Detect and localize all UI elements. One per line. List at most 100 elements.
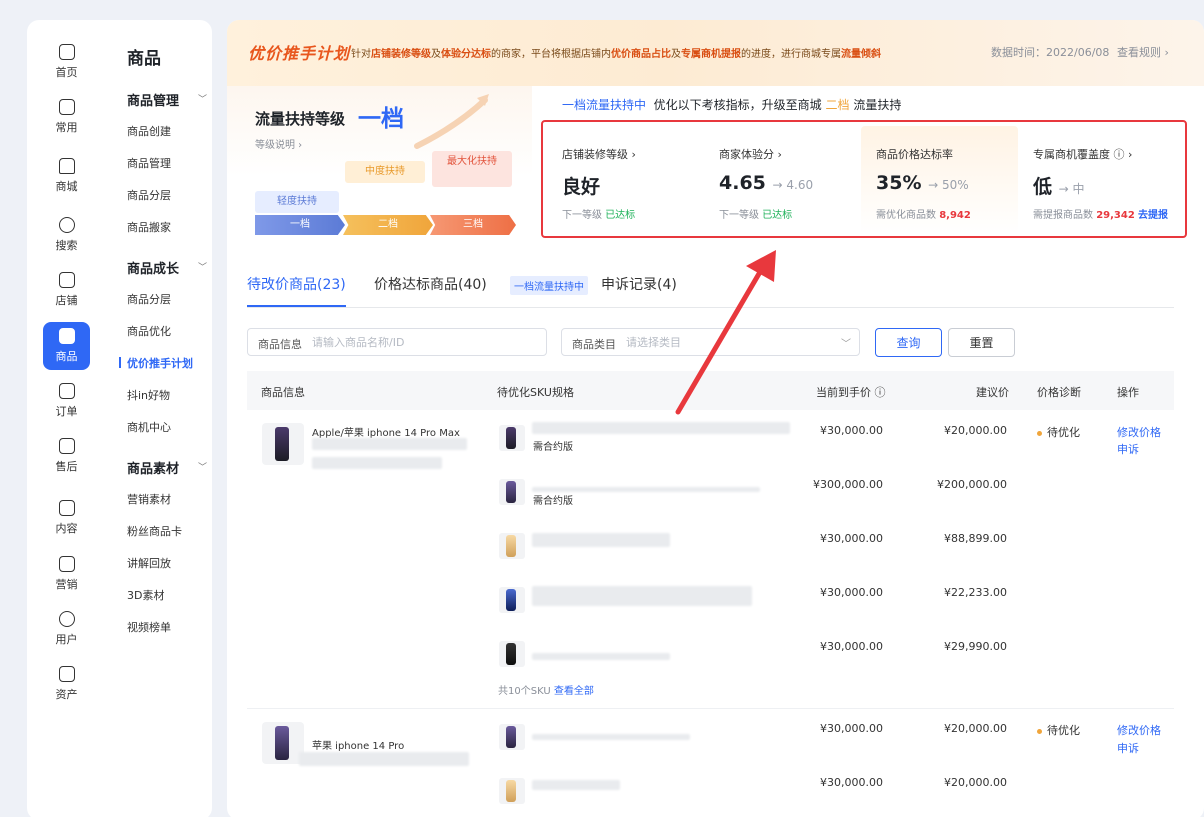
menu-item-opportunity[interactable]: 商机中心 bbox=[127, 419, 171, 435]
menu-item-replay[interactable]: 讲解回放 bbox=[127, 555, 171, 571]
sku-thumbnail bbox=[499, 778, 525, 804]
suggest-price: ¥88,899.00 bbox=[944, 532, 1007, 545]
col-sku: 待优化SKU规格 bbox=[497, 386, 574, 399]
rail-label: 营销 bbox=[55, 578, 78, 591]
rail-item-content[interactable]: 内容 bbox=[43, 494, 90, 542]
banner-text-part: 针对 bbox=[351, 49, 371, 60]
menu-item-marketing-material[interactable]: 营销素材 bbox=[127, 491, 171, 507]
view-all-sku-link[interactable]: 查看全部 bbox=[554, 686, 594, 697]
menu-item-move[interactable]: 商品搬家 bbox=[127, 219, 171, 235]
category-filter[interactable]: 商品类目 ﹀ bbox=[561, 328, 860, 356]
sku-thumbnail bbox=[499, 724, 525, 750]
banner-highlight: 体验分达标 bbox=[441, 49, 491, 60]
banner-highlight: 店铺装修等级 bbox=[371, 49, 431, 60]
menu-item-3d[interactable]: 3D素材 bbox=[127, 587, 164, 603]
metric-sub-label: 下一等级 bbox=[562, 210, 602, 221]
rail-item-marketing[interactable]: 营销 bbox=[43, 550, 90, 598]
metric-price-rate[interactable]: 商品价格达标率 35% → 50% 需优化商品数 8,942 bbox=[861, 126, 1018, 234]
sku-thumbnail bbox=[499, 587, 525, 613]
metric-value: 4.65 → 4.60 bbox=[719, 172, 813, 194]
rail-item-mall[interactable]: 商城 bbox=[43, 152, 90, 200]
submit-link[interactable]: 去提报 bbox=[1138, 210, 1168, 221]
metric-opportunity-coverage[interactable]: 专属商机覆盖度 ⓘ › 低 → 中 需提报商品数 29,342 去提报 bbox=[1018, 126, 1183, 234]
metric-store-decoration[interactable]: 店铺装修等级 › 良好 下一等级 已达标 bbox=[547, 126, 704, 234]
metric-value: 低 → 中 bbox=[1033, 172, 1085, 199]
tv-icon bbox=[58, 500, 75, 516]
price-status: 待优化 bbox=[1037, 424, 1080, 440]
menu-item-douin[interactable]: 抖in好物 bbox=[127, 387, 170, 403]
tier-level: 一档 bbox=[358, 106, 404, 132]
view-rules-link[interactable]: 查看规则 › bbox=[1117, 44, 1169, 60]
suggest-price: ¥200,000.00 bbox=[937, 478, 1007, 491]
menu-item-price-plan[interactable]: 优价推手计划 bbox=[119, 355, 193, 371]
rail-label: 搜索 bbox=[55, 239, 78, 252]
rail-item-frequent[interactable]: 常用 bbox=[43, 93, 90, 141]
rail-label: 常用 bbox=[55, 121, 78, 134]
reset-button[interactable]: 重置 bbox=[948, 328, 1015, 357]
product-name[interactable]: 苹果 iphone 14 Pro bbox=[312, 737, 404, 752]
appeal-link[interactable]: 申诉 bbox=[1117, 740, 1139, 756]
store-icon bbox=[58, 272, 75, 288]
product-thumbnail[interactable] bbox=[262, 722, 304, 764]
menu-item-create[interactable]: 商品创建 bbox=[127, 123, 171, 139]
menu-item-layer[interactable]: 商品分层 bbox=[127, 187, 171, 203]
appeal-link[interactable]: 申诉 bbox=[1117, 441, 1139, 457]
product-search-input[interactable] bbox=[312, 333, 532, 351]
metric-value: 35% → 50% bbox=[876, 172, 969, 194]
menu-group-growth[interactable]: 商品成长 ﹀ bbox=[127, 258, 207, 277]
menu-group-materials[interactable]: 商品素材 ﹀ bbox=[127, 458, 207, 477]
wallet-icon bbox=[58, 666, 75, 682]
menu-item-optimize[interactable]: 商品优化 bbox=[127, 323, 171, 339]
product-name[interactable]: Apple/苹果 iphone 14 Pro Max bbox=[312, 424, 460, 439]
rail-label: 售后 bbox=[55, 460, 78, 473]
current-price: ¥30,000.00 bbox=[820, 586, 883, 599]
edit-price-link[interactable]: 修改价格 bbox=[1117, 722, 1161, 738]
rail-item-home[interactable]: 首页 bbox=[43, 38, 90, 86]
menu-item-growth-layer[interactable]: 商品分层 bbox=[127, 291, 171, 307]
category-select[interactable] bbox=[626, 333, 846, 351]
sku-thumbnail bbox=[499, 641, 525, 667]
sku-spec: 需合约版 bbox=[533, 496, 573, 507]
product-tabs: 待改价商品(23) 价格达标商品(40) 一档流量扶持中 申诉记录(4) bbox=[247, 274, 1174, 308]
rail-item-orders[interactable]: 订单 bbox=[43, 377, 90, 425]
rail-item-goods[interactable]: 商品 bbox=[43, 322, 90, 370]
metric-current: 35% bbox=[876, 172, 922, 194]
rail-item-search[interactable]: 搜索 bbox=[43, 211, 90, 259]
metric-label: 商家体验分 › bbox=[719, 148, 782, 161]
metric-sub: 需优化商品数 8,942 bbox=[876, 206, 971, 221]
metric-merchant-score[interactable]: 商家体验分 › 4.65 → 4.60 下一等级 已达标 bbox=[704, 126, 861, 234]
metric-sub-label: 需优化商品数 bbox=[876, 210, 936, 221]
rail-label: 订单 bbox=[55, 405, 78, 418]
blurred-text bbox=[312, 438, 467, 450]
product-thumbnail[interactable] bbox=[262, 423, 304, 465]
rail-item-users[interactable]: 用户 bbox=[43, 605, 90, 653]
blurred-text bbox=[532, 533, 670, 547]
edit-price-link[interactable]: 修改价格 bbox=[1117, 424, 1161, 440]
shop-icon bbox=[58, 158, 75, 174]
phone-image bbox=[506, 643, 516, 665]
tier-step-3: 三档 bbox=[430, 215, 516, 235]
banner-highlight: 优价商品占比 bbox=[611, 49, 671, 60]
banner-highlight: 流量倾斜 bbox=[841, 49, 881, 60]
rail-item-aftersale[interactable]: 售后 bbox=[43, 432, 90, 480]
query-button[interactable]: 查询 bbox=[875, 328, 942, 357]
tab-to-reprice[interactable]: 待改价商品(23) bbox=[247, 274, 346, 307]
col-current-price: 当前到手价 ⓘ bbox=[816, 386, 886, 399]
menu-item-manage[interactable]: 商品管理 bbox=[127, 155, 171, 171]
product-info-filter: 商品信息 bbox=[247, 328, 547, 356]
menu-group-management[interactable]: 商品管理 ﹀ bbox=[127, 90, 207, 109]
chevron-down-icon: ﹀ bbox=[197, 95, 207, 105]
blurred-text bbox=[532, 780, 620, 790]
menu-item-fan-card[interactable]: 粉丝商品卡 bbox=[127, 523, 182, 539]
tier-explain-link[interactable]: 等级说明 › bbox=[255, 136, 302, 151]
blurred-text bbox=[312, 457, 442, 469]
suggest-price: ¥22,233.00 bbox=[944, 586, 1007, 599]
rail-item-assets[interactable]: 资产 bbox=[43, 660, 90, 708]
tab-appeals[interactable]: 申诉记录(4) bbox=[601, 274, 677, 294]
data-date: 数据时间：2022/06/08 bbox=[991, 46, 1110, 59]
phone-image bbox=[506, 481, 516, 503]
menu-item-video-rank[interactable]: 视频榜单 bbox=[127, 619, 171, 635]
filter-label: 商品信息 bbox=[258, 338, 302, 351]
rail-item-store[interactable]: 店铺 bbox=[43, 266, 90, 314]
tab-price-ok[interactable]: 价格达标商品(40) bbox=[374, 274, 487, 294]
